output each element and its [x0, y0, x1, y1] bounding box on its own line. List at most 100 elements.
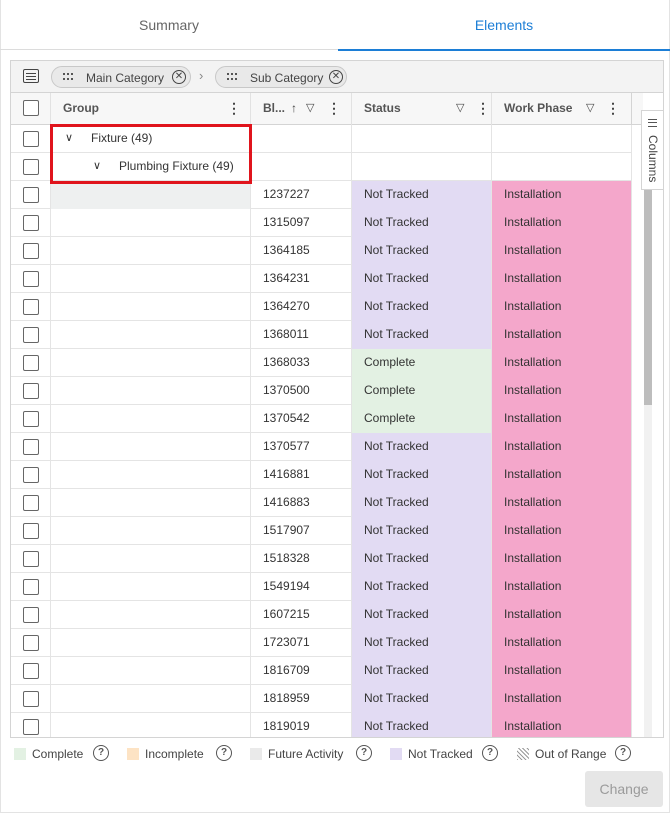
row-checkbox[interactable] — [23, 187, 39, 203]
status-value: Not Tracked — [364, 495, 429, 509]
select-all-checkbox[interactable] — [23, 100, 39, 116]
row-checkbox[interactable] — [23, 383, 39, 399]
group-row[interactable]: ∨ Plumbing Fixture (49) — [11, 153, 632, 181]
work-phase-cell: Installation — [492, 657, 632, 685]
table-row[interactable]: 1818959 Not Tracked Installation — [11, 685, 632, 713]
tab-bar: Summary Elements — [0, 0, 670, 51]
filter-icon[interactable]: ▽ — [306, 93, 314, 124]
table-row[interactable]: 1416881 Not Tracked Installation — [11, 461, 632, 489]
work-phase-value: Installation — [504, 551, 562, 565]
id-cell: 1819019 — [251, 713, 352, 737]
remove-chip-icon[interactable]: ✕ — [329, 70, 343, 84]
tab-summary[interactable]: Summary — [0, 0, 338, 50]
column-menu-icon[interactable]: ⋮ — [227, 93, 241, 124]
table-row[interactable]: 1816709 Not Tracked Installation — [11, 657, 632, 685]
scrollbar-thumb[interactable] — [644, 185, 652, 405]
drag-handle-icon[interactable] — [227, 73, 237, 81]
element-id: 1370577 — [263, 439, 310, 453]
group-cell — [51, 321, 251, 349]
table-row[interactable]: 1364231 Not Tracked Installation — [11, 265, 632, 293]
row-checkbox[interactable] — [23, 439, 39, 455]
tab-elements[interactable]: Elements — [338, 0, 670, 51]
id-cell: 1370577 — [251, 433, 352, 461]
work-phase-value: Installation — [504, 327, 562, 341]
work-phase-value: Installation — [504, 607, 562, 621]
chevron-down-icon[interactable]: ∨ — [65, 125, 73, 152]
row-checkbox[interactable] — [23, 355, 39, 371]
table-row[interactable]: 1819019 Not Tracked Installation — [11, 713, 632, 737]
table-row[interactable]: 1370500 Complete Installation — [11, 377, 632, 405]
drag-handle-icon[interactable] — [63, 73, 73, 81]
row-checkbox[interactable] — [23, 719, 39, 735]
status-cell: Not Tracked — [352, 601, 492, 629]
table-row[interactable]: 1518328 Not Tracked Installation — [11, 545, 632, 573]
id-cell: 1416881 — [251, 461, 352, 489]
row-checkbox[interactable] — [23, 607, 39, 623]
help-icon[interactable]: ? — [482, 745, 498, 761]
header-status[interactable]: Status ▽ ⋮ — [352, 93, 492, 125]
row-checkbox[interactable] — [23, 271, 39, 287]
row-checkbox[interactable] — [23, 299, 39, 315]
help-icon[interactable]: ? — [216, 745, 232, 761]
row-checkbox[interactable] — [23, 131, 39, 147]
table-row[interactable]: 1607215 Not Tracked Installation — [11, 601, 632, 629]
table-row[interactable]: 1370577 Not Tracked Installation — [11, 433, 632, 461]
remove-chip-icon[interactable]: ✕ — [172, 70, 186, 84]
row-checkbox[interactable] — [23, 411, 39, 427]
columns-side-tab[interactable]: Columns — [641, 110, 663, 190]
group-cell — [51, 293, 251, 321]
help-icon[interactable]: ? — [356, 745, 372, 761]
table-row[interactable]: 1416883 Not Tracked Installation — [11, 489, 632, 517]
filter-icon[interactable]: ▽ — [586, 93, 594, 124]
status-value: Complete — [364, 355, 416, 369]
row-checkbox[interactable] — [23, 215, 39, 231]
row-checkbox[interactable] — [23, 159, 39, 175]
group-chip-main-category[interactable]: Main Category ✕ — [51, 66, 191, 88]
work-phase-cell: Installation — [492, 545, 632, 573]
group-chip-sub-category[interactable]: Sub Category ✕ — [215, 66, 347, 88]
header-group[interactable]: Group ⋮ — [51, 93, 251, 125]
table-row[interactable]: 1364270 Not Tracked Installation — [11, 293, 632, 321]
work-phase-value: Installation — [504, 719, 562, 733]
change-button[interactable]: Change — [585, 771, 663, 807]
filter-icon[interactable]: ▽ — [456, 93, 464, 124]
help-icon[interactable]: ? — [93, 745, 109, 761]
row-checkbox[interactable] — [23, 663, 39, 679]
row-checkbox[interactable] — [23, 691, 39, 707]
row-checkbox[interactable] — [23, 635, 39, 651]
status-value: Not Tracked — [364, 691, 429, 705]
table-row[interactable]: 1237227 Not Tracked Installation — [11, 181, 632, 209]
row-checkbox[interactable] — [23, 579, 39, 595]
table-row[interactable]: 1315097 Not Tracked Installation — [11, 209, 632, 237]
row-checkbox[interactable] — [23, 551, 39, 567]
column-menu-icon[interactable]: ⋮ — [606, 93, 620, 124]
id-cell: 1607215 — [251, 601, 352, 629]
help-icon[interactable]: ? — [615, 745, 631, 761]
column-menu-icon[interactable]: ⋮ — [327, 93, 341, 124]
element-id: 1370542 — [263, 411, 310, 425]
status-cell: Not Tracked — [352, 629, 492, 657]
row-checkbox[interactable] — [23, 243, 39, 259]
table-row[interactable]: 1368033 Complete Installation — [11, 349, 632, 377]
header-id[interactable]: Bl... ↑ ▽ ⋮ — [251, 93, 352, 125]
row-checkbox[interactable] — [23, 495, 39, 511]
table-row[interactable]: 1517907 Not Tracked Installation — [11, 517, 632, 545]
header-id-label: Bl... — [263, 101, 286, 115]
table-row[interactable]: 1370542 Complete Installation — [11, 405, 632, 433]
table-row[interactable]: 1364185 Not Tracked Installation — [11, 237, 632, 265]
row-checkbox[interactable] — [23, 327, 39, 343]
table-row[interactable]: 1723071 Not Tracked Installation — [11, 629, 632, 657]
work-phase-cell: Installation — [492, 601, 632, 629]
columns-icon — [648, 119, 657, 127]
status-cell: Not Tracked — [352, 573, 492, 601]
chevron-down-icon[interactable]: ∨ — [93, 153, 101, 180]
vertical-scrollbar[interactable] — [644, 185, 652, 737]
sort-ascending-icon[interactable]: ↑ — [291, 93, 297, 124]
header-work-phase[interactable]: Work Phase ▽ ⋮ — [492, 93, 632, 125]
row-checkbox[interactable] — [23, 523, 39, 539]
group-row[interactable]: ∨ Fixture (49) — [11, 125, 632, 153]
row-checkbox[interactable] — [23, 467, 39, 483]
table-row[interactable]: 1549194 Not Tracked Installation — [11, 573, 632, 601]
column-menu-icon[interactable]: ⋮ — [476, 93, 490, 124]
table-row[interactable]: 1368011 Not Tracked Installation — [11, 321, 632, 349]
